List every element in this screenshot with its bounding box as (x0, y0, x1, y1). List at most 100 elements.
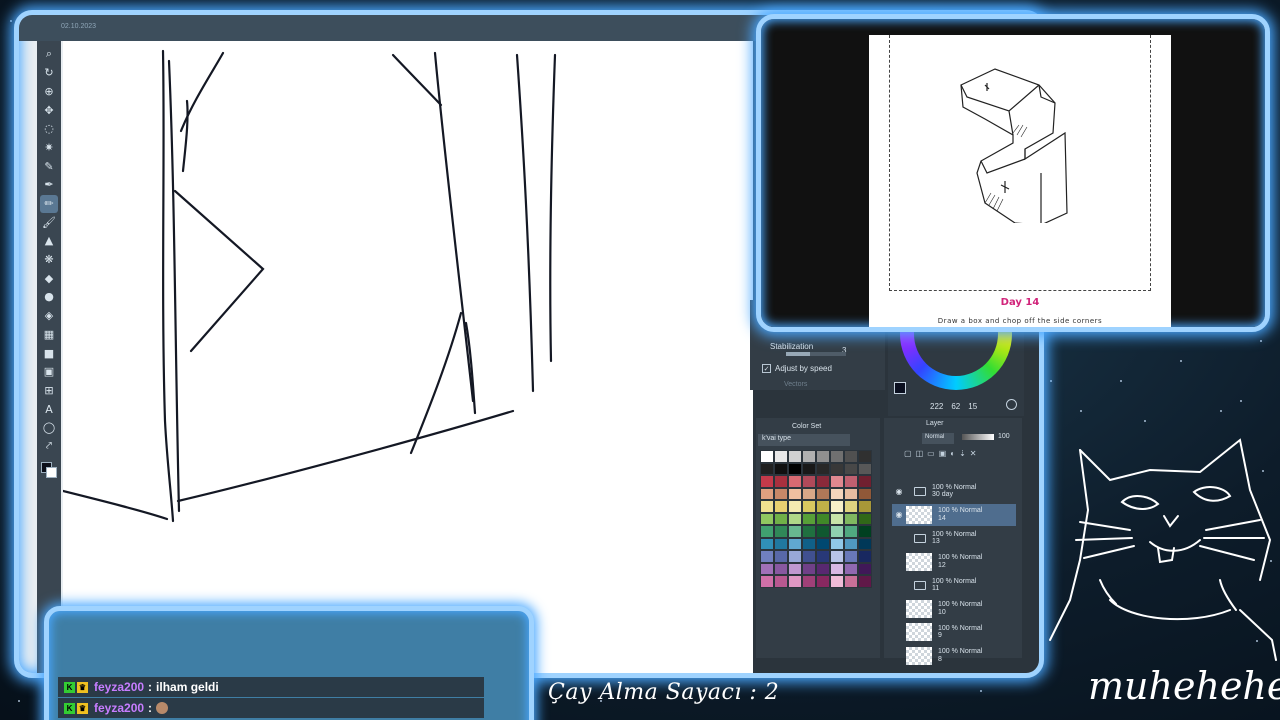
color-swatch[interactable] (802, 525, 816, 538)
layer-row[interactable]: 100 % Normal 9 (892, 621, 1016, 643)
color-swatch[interactable] (774, 562, 788, 575)
color-swatch[interactable] (788, 550, 802, 563)
ruler-icon[interactable]: ⊞ (40, 381, 58, 399)
color-swatch[interactable] (802, 537, 816, 550)
new-folder-icon[interactable]: ▭ (927, 449, 935, 458)
merge-icon[interactable]: ⇣ (959, 449, 966, 458)
visibility-eye-icon[interactable]: ◉ (892, 510, 906, 519)
color-swatch[interactable] (830, 562, 844, 575)
decoration-icon[interactable]: ❋ (40, 251, 58, 269)
color-swatch[interactable] (844, 475, 858, 488)
visibility-eye-icon[interactable]: ◉ (892, 487, 906, 496)
color-swatch[interactable] (774, 550, 788, 563)
color-swatch[interactable] (760, 550, 774, 563)
color-swatch[interactable] (858, 512, 872, 525)
adjust-by-speed-checkbox[interactable]: ✓ (762, 364, 771, 373)
new-vector-layer-icon[interactable]: ◫ (916, 449, 924, 458)
color-swatch[interactable] (816, 500, 830, 513)
color-swatch[interactable] (858, 562, 872, 575)
lasso-icon[interactable]: ◌ (40, 120, 58, 138)
airbrush-icon[interactable]: ▲ (40, 232, 58, 250)
color-swatch[interactable] (760, 537, 774, 550)
color-swatch[interactable] (858, 525, 872, 538)
stabilization-slider[interactable] (786, 352, 846, 356)
color-swatch[interactable] (816, 475, 830, 488)
color-swatch[interactable] (760, 450, 774, 463)
color-swatch[interactable] (858, 500, 872, 513)
color-swatch[interactable] (816, 575, 830, 588)
frame-border-icon[interactable]: ▣ (40, 363, 58, 381)
color-swatch[interactable] (830, 537, 844, 550)
move-icon[interactable]: ✥ (40, 101, 58, 119)
color-swatch[interactable] (844, 500, 858, 513)
color-swatch[interactable] (816, 537, 830, 550)
color-swatch[interactable] (774, 475, 788, 488)
color-set-select[interactable]: k'vai type (758, 434, 850, 446)
color-swatch[interactable] (788, 512, 802, 525)
eyedropper-icon[interactable]: ✎ (40, 157, 58, 175)
color-swatch[interactable] (830, 525, 844, 538)
color-swatch[interactable] (774, 500, 788, 513)
color-swatch[interactable] (802, 562, 816, 575)
chat-username[interactable]: feyza200 (94, 680, 144, 694)
color-swatch[interactable] (760, 575, 774, 588)
color-swatch[interactable] (788, 575, 802, 588)
color-swatch[interactable] (760, 512, 774, 525)
color-swatch[interactable] (844, 550, 858, 563)
color-swatch[interactable] (774, 525, 788, 538)
correct-line-icon[interactable]: ⤤ (40, 437, 58, 455)
color-swatch[interactable] (774, 512, 788, 525)
color-mode-icon[interactable] (1006, 399, 1017, 410)
color-swatch[interactable] (858, 475, 872, 488)
color-swatch[interactable] (760, 487, 774, 500)
color-swatch[interactable] (774, 450, 788, 463)
rotate-icon[interactable]: ↻ (40, 64, 58, 82)
text-icon[interactable]: A (40, 400, 58, 418)
color-swatch[interactable] (830, 462, 844, 475)
color-swatch[interactable] (788, 537, 802, 550)
color-swatch[interactable] (830, 512, 844, 525)
color-swatch[interactable] (774, 537, 788, 550)
color-swatch[interactable] (788, 525, 802, 538)
current-color-swatch[interactable] (894, 382, 906, 394)
color-swatch[interactable] (830, 550, 844, 563)
chat-username[interactable]: feyza200 (94, 701, 144, 715)
color-swatch[interactable] (816, 562, 830, 575)
color-swatch[interactable] (830, 500, 844, 513)
layer-row[interactable]: 100 % Normal 12 (892, 551, 1016, 573)
color-set-tab[interactable]: Color Set (792, 423, 821, 430)
main-color-swatch[interactable] (41, 462, 57, 479)
color-swatch[interactable] (816, 487, 830, 500)
color-swatch[interactable] (760, 462, 774, 475)
color-swatch[interactable] (760, 475, 774, 488)
color-swatch[interactable] (788, 462, 802, 475)
layer-folder-row[interactable]: ◉ 100 % Normal 30 day (892, 480, 1016, 502)
color-swatch[interactable] (774, 487, 788, 500)
figure-icon[interactable]: ■ (40, 344, 58, 362)
color-swatch[interactable] (774, 575, 788, 588)
color-swatch[interactable] (858, 550, 872, 563)
color-swatch[interactable] (802, 500, 816, 513)
color-swatch[interactable] (844, 575, 858, 588)
color-swatch[interactable] (830, 487, 844, 500)
gradient-icon[interactable]: ▦ (40, 325, 58, 343)
color-swatch[interactable] (844, 537, 858, 550)
magic-wand-icon[interactable]: ✷ (40, 138, 58, 156)
eraser-icon[interactable]: ◆ (40, 269, 58, 287)
color-swatch[interactable] (802, 475, 816, 488)
zoom-icon[interactable]: ⌕ (40, 45, 58, 63)
color-swatch[interactable] (858, 537, 872, 550)
adjust-by-speed-row[interactable]: ✓ Adjust by speed (762, 364, 832, 373)
color-swatch[interactable] (788, 562, 802, 575)
color-swatch[interactable] (858, 575, 872, 588)
layer-tab[interactable]: Layer (926, 420, 944, 427)
color-swatch[interactable] (858, 462, 872, 475)
delete-layer-icon[interactable]: ✕ (970, 449, 977, 458)
color-swatch[interactable] (816, 462, 830, 475)
color-swatch[interactable] (760, 525, 774, 538)
color-swatch[interactable] (844, 462, 858, 475)
color-swatch[interactable] (844, 487, 858, 500)
color-swatch[interactable] (830, 475, 844, 488)
pencil-icon[interactable]: ✏ (40, 194, 58, 213)
color-swatch[interactable] (802, 487, 816, 500)
